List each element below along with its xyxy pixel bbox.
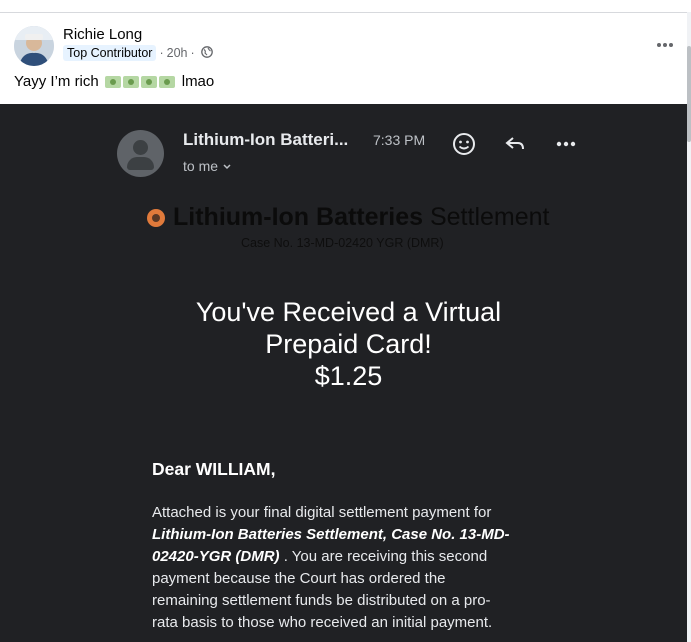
headline-line-1: You've Received a Virtual <box>195 297 502 327</box>
sender-name: Lithium-Ion Batteri... <box>183 130 349 149</box>
post-meta: Top Contributor · 20h · <box>63 45 213 61</box>
email-screenshot[interactable]: Lithium-Ion Batteri... 7:33 PM to me Lit… <box>0 104 687 642</box>
money-emoji-group <box>104 75 176 88</box>
email-time: 7:33 PM <box>373 132 426 148</box>
recipient-label: to me <box>183 158 219 174</box>
email-body: Attached is your final digital settlemen… <box>152 502 562 634</box>
battery-logo-icon <box>147 209 165 227</box>
brand-title-light: Settlement <box>429 203 550 231</box>
body-case-bold-cont: 02420-YGR (DMR) <box>152 548 280 565</box>
recipient-line: to me <box>183 158 232 174</box>
smile-icon <box>450 130 478 158</box>
headline: You've Received a Virtual Prepaid Card! … <box>0 296 687 392</box>
more-options-icon[interactable] <box>656 32 674 53</box>
globe-icon <box>200 45 213 61</box>
settlement-brand: Lithium-Ion Batteries Settlement <box>147 201 567 237</box>
money-with-wings-emoji-icon <box>104 75 121 88</box>
brand-title-bold: Lithium-Ion Batteries <box>173 203 424 231</box>
body-case-bold: Lithium-Ion Batteries Settlement, Case N… <box>152 526 510 543</box>
post-text-main: Yayy I’m rich <box>14 73 99 90</box>
body-line: . You are receiving this second <box>283 548 488 565</box>
body-line: Attached is your final digital settlemen… <box>152 504 492 521</box>
body-line: rata basis to those who received an init… <box>152 614 493 631</box>
avatar[interactable] <box>14 26 54 66</box>
case-number: Case No. 13-MD-02420 YGR (DMR) <box>241 236 444 250</box>
meta-separator: · <box>159 46 164 60</box>
scrollbar-thumb[interactable] <box>687 46 691 142</box>
headline-line-2: Prepaid Card! <box>265 329 432 359</box>
top-contributor-badge[interactable]: Top Contributor <box>63 45 157 61</box>
author-name[interactable]: Richie Long <box>63 26 142 43</box>
chevron-down-icon <box>222 158 232 174</box>
money-with-wings-emoji-icon <box>140 75 157 88</box>
brand-title: Lithium-Ion Batteries Settlement <box>173 203 549 232</box>
greeting: Dear WILLIAM, <box>152 459 276 479</box>
meta-separator: · <box>190 46 195 60</box>
post-text-suffix: lmao <box>181 73 215 90</box>
reply-icon <box>501 130 529 158</box>
more-horizontal-icon <box>552 130 580 158</box>
money-with-wings-emoji-icon <box>122 75 139 88</box>
amount: $1.25 <box>314 361 383 391</box>
top-divider <box>0 12 691 13</box>
post-time[interactable]: 20h <box>167 46 188 60</box>
money-with-wings-emoji-icon <box>158 75 175 88</box>
post-text: Yayy I’m rich lmao <box>14 73 214 90</box>
body-line: remaining settlement funds be distribute… <box>152 592 491 609</box>
body-line: payment because the Court has ordered th… <box>152 570 446 587</box>
post-header: Richie Long Top Contributor · 20h · <box>14 26 674 70</box>
sender-avatar <box>117 130 164 177</box>
